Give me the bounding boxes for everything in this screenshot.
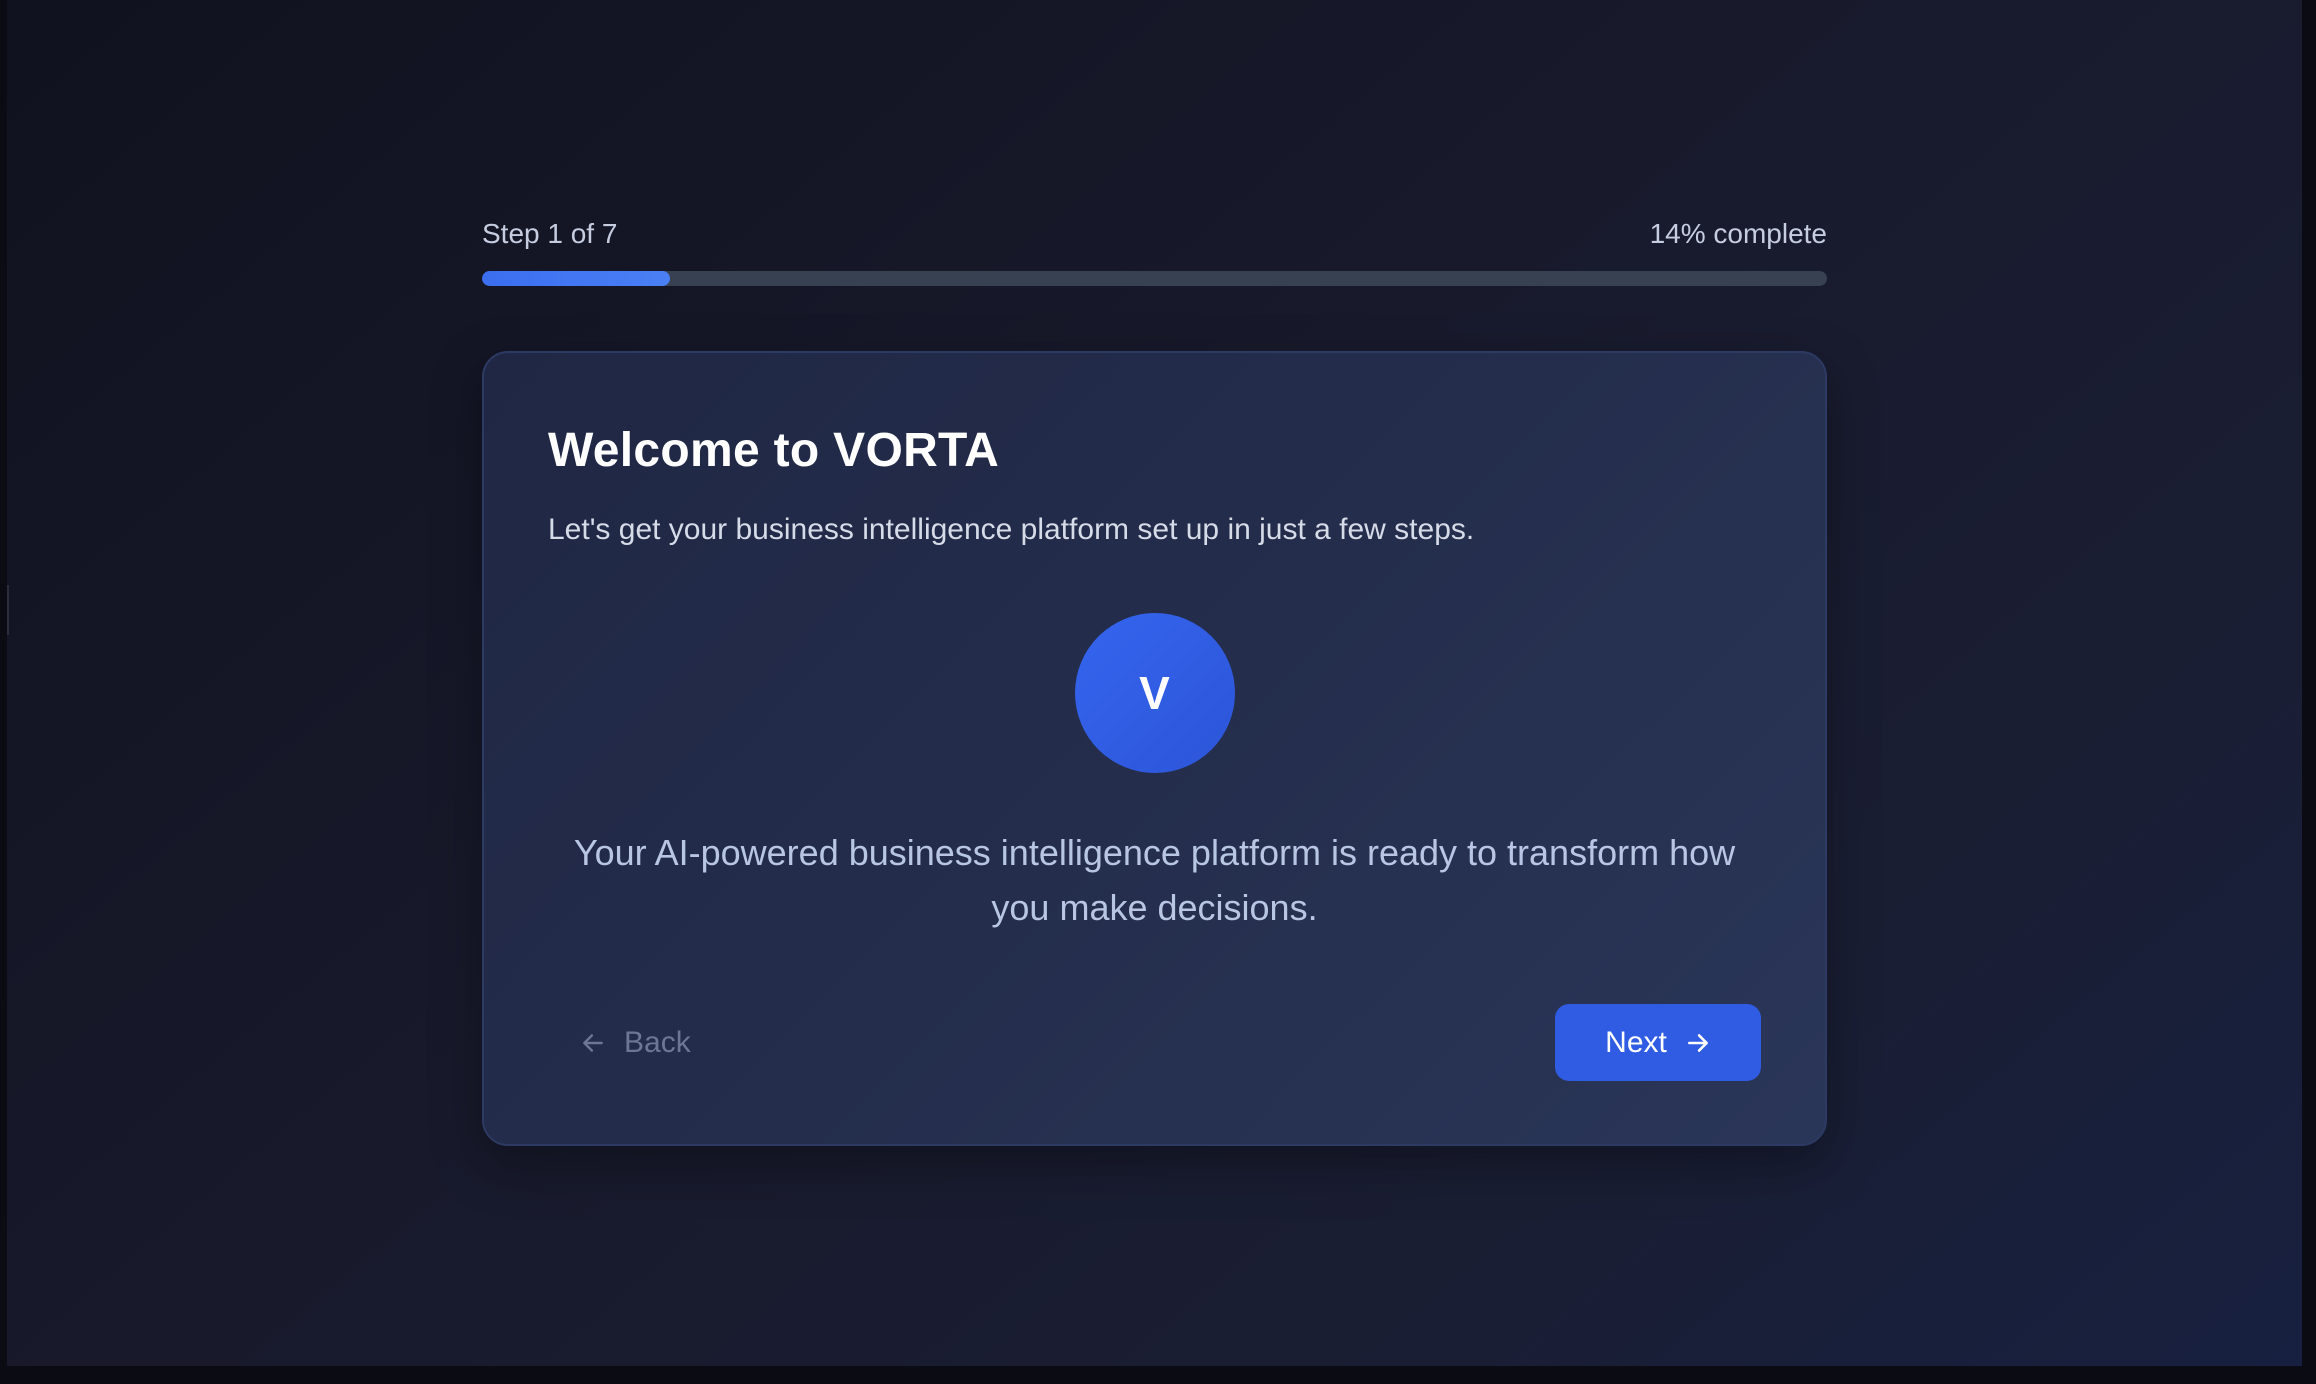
onboarding-wizard: Step 1 of 7 14% complete Welcome to VORT… bbox=[482, 210, 1827, 1146]
next-button-label: Next bbox=[1605, 1025, 1667, 1059]
welcome-card: Welcome to VORTA Let's get your business… bbox=[482, 351, 1827, 1146]
next-button[interactable]: Next bbox=[1555, 1004, 1761, 1081]
back-button[interactable]: Back bbox=[548, 1026, 691, 1060]
wizard-footer: Back Next bbox=[548, 1004, 1761, 1081]
progress-bar bbox=[482, 271, 1827, 286]
card-description: Your AI-powered business intelligence pl… bbox=[573, 832, 1736, 928]
brand-logo: V bbox=[1074, 613, 1235, 773]
arrow-left-icon bbox=[580, 1030, 606, 1056]
progress-header: Step 1 of 7 14% complete bbox=[482, 210, 1827, 258]
progress-percent: 14% complete bbox=[1649, 218, 1827, 249]
back-button-label: Back bbox=[624, 1025, 691, 1059]
app-window: Step 1 of 7 14% complete Welcome to VORT… bbox=[7, 0, 2302, 1366]
arrow-right-icon bbox=[1685, 1030, 1711, 1056]
progress-bar-fill bbox=[482, 271, 671, 286]
brand-logo-letter: V bbox=[1139, 667, 1170, 719]
card-title: Welcome to VORTA bbox=[548, 424, 1000, 477]
step-indicator: Step 1 of 7 bbox=[482, 218, 618, 249]
window-edge-handle bbox=[7, 585, 9, 635]
card-subtitle: Let's get your business intelligence pla… bbox=[548, 513, 1475, 546]
